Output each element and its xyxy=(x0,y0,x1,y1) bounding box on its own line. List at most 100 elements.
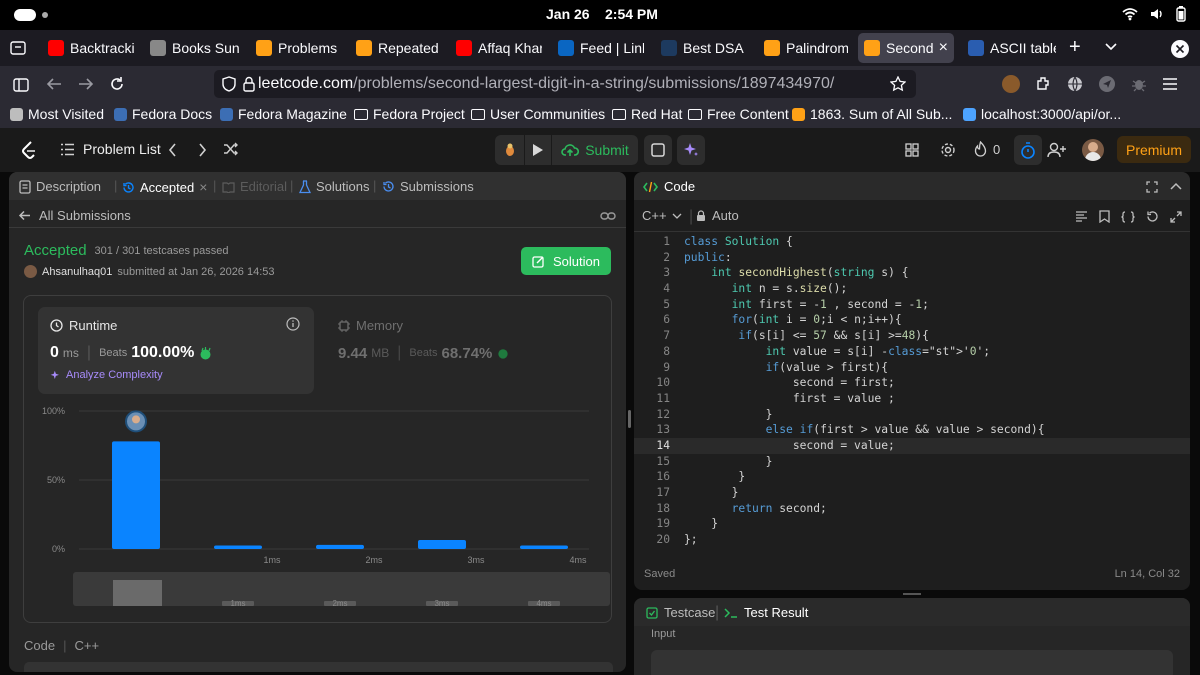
run-button[interactable] xyxy=(525,135,551,165)
tab-editorial[interactable]: Editorial xyxy=(222,179,287,194)
browser-tab[interactable]: ASCII table xyxy=(962,33,1062,63)
ai-button[interactable] xyxy=(677,135,705,165)
code-area[interactable]: 1 class Solution { 2 public: 3 int secondH… xyxy=(634,234,1190,548)
settings-gear-icon[interactable] xyxy=(940,142,956,158)
debug-button[interactable] xyxy=(495,135,524,165)
new-tab-icon[interactable]: + xyxy=(1069,36,1081,59)
add-user-icon[interactable] xyxy=(1047,142,1067,158)
code-line[interactable]: } xyxy=(684,516,718,532)
bookmark-item[interactable]: Fedora Docs xyxy=(114,106,212,122)
avatar[interactable] xyxy=(24,265,37,278)
code-line[interactable]: int first = -1 , second = -1; xyxy=(684,297,929,313)
tab-testcase[interactable]: Testcase xyxy=(646,605,715,620)
lock-icon[interactable] xyxy=(243,76,255,92)
bug-icon[interactable] xyxy=(1130,75,1148,93)
chart-bar[interactable] xyxy=(316,544,364,549)
tab-test-result[interactable]: Test Result xyxy=(724,605,808,620)
menu-icon[interactable] xyxy=(1162,77,1178,91)
code-line[interactable]: for(int i = 0;i < n;i++){ xyxy=(684,312,902,328)
layout-icon[interactable] xyxy=(905,143,919,157)
browser-tab[interactable]: Feed | Link xyxy=(552,33,650,63)
code-line[interactable]: } xyxy=(684,454,773,470)
maximize-icon[interactable] xyxy=(1146,181,1158,193)
bookmark-icon[interactable] xyxy=(1099,210,1110,223)
chart-bar[interactable] xyxy=(418,540,466,549)
leetcode-logo-icon[interactable] xyxy=(20,140,38,160)
extension-avatar-icon[interactable] xyxy=(1002,75,1020,93)
bookmark-item[interactable]: Fedora Magazine xyxy=(220,106,347,122)
all-submissions-link[interactable]: All Submissions xyxy=(18,208,131,223)
tab-submissions[interactable]: Submissions xyxy=(382,179,474,194)
premium-button[interactable]: Premium xyxy=(1117,136,1191,163)
chart-bar[interactable] xyxy=(520,545,568,549)
notes-button[interactable] xyxy=(644,135,672,165)
share-link-icon[interactable] xyxy=(600,210,616,222)
memory-card[interactable]: Memory 9.44 MB | Beats 68.74% xyxy=(338,307,598,394)
browser-tab[interactable]: Repeated xyxy=(350,33,446,63)
next-problem-icon[interactable] xyxy=(198,143,207,157)
bookmark-item[interactable]: Fedora Project xyxy=(354,106,465,122)
bookmark-item[interactable]: 1863. Sum of All Sub... xyxy=(792,106,952,122)
browser-tab[interactable]: Affaq Khar xyxy=(450,33,548,63)
browser-tab[interactable]: Books Sun xyxy=(144,33,246,63)
sidebar-icon[interactable] xyxy=(13,78,29,92)
collapse-icon[interactable] xyxy=(1170,182,1182,190)
bookmark-item[interactable]: localhost:3000/api/or... xyxy=(963,106,1121,122)
window-close-icon[interactable] xyxy=(1171,40,1189,58)
timer-button[interactable] xyxy=(1014,135,1042,165)
send-icon[interactable] xyxy=(1098,75,1116,93)
braces-icon[interactable] xyxy=(1121,210,1135,223)
reload-icon[interactable] xyxy=(109,76,125,92)
code-line[interactable]: if(s[i] <= 57 && s[i] >=48){ xyxy=(684,328,928,344)
code-line[interactable]: }; xyxy=(684,532,698,548)
browser-tab[interactable]: Backtracki xyxy=(42,33,142,63)
input-box[interactable] xyxy=(651,650,1173,675)
runtime-card[interactable]: Runtime 0 ms | Beats 100.00% Analyze Com… xyxy=(38,307,314,394)
tab-accepted[interactable]: Accepted × xyxy=(122,179,207,195)
code-line[interactable]: second = first; xyxy=(684,375,895,391)
browser-tab[interactable]: Second × xyxy=(858,33,954,63)
browser-tab[interactable]: Palindrome xyxy=(758,33,854,63)
browser-tab[interactable]: Best DSA xyxy=(655,33,753,63)
globe-icon[interactable] xyxy=(1066,75,1084,93)
code-line[interactable]: else if(first > value && value > second)… xyxy=(684,422,1045,438)
shuffle-icon[interactable] xyxy=(223,142,239,156)
code-line[interactable]: public: xyxy=(684,250,732,266)
problem-list-button[interactable]: Problem List xyxy=(60,141,161,157)
code-line[interactable]: } xyxy=(684,485,739,501)
language-selector[interactable]: C++ xyxy=(642,208,682,223)
code-line[interactable]: return second; xyxy=(684,501,827,517)
code-line[interactable]: int n = s.size(); xyxy=(684,281,848,297)
tab-description[interactable]: Description xyxy=(19,179,101,194)
list-all-tabs-icon[interactable] xyxy=(1105,43,1117,51)
chart-bar[interactable] xyxy=(112,441,160,549)
auto-mode-toggle[interactable]: Auto xyxy=(696,208,739,223)
expand-icon[interactable] xyxy=(1170,210,1182,223)
os-date[interactable]: Jan 26 xyxy=(546,6,590,22)
reset-icon[interactable] xyxy=(1146,210,1159,223)
url-bar[interactable]: leetcode.com/problems/second-largest-dig… xyxy=(214,70,916,98)
tab-solutions[interactable]: Solutions xyxy=(299,179,369,194)
runtime-distribution-chart[interactable]: 100% 50% 0% 1ms 2ms 3ms 4ms 1ms 2ms 3ms 4ms xyxy=(24,396,611,618)
extensions-icon[interactable] xyxy=(1034,75,1052,93)
code-line[interactable]: if(value > first){ xyxy=(684,360,888,376)
forward-icon[interactable] xyxy=(78,77,94,91)
activities-icon[interactable] xyxy=(14,9,36,21)
editor-resize-handle[interactable] xyxy=(903,593,921,595)
chart-bar[interactable] xyxy=(214,545,262,549)
code-line[interactable]: int value = s[i] -class="st">'0'; xyxy=(684,344,990,360)
tab-overview-icon[interactable] xyxy=(10,41,26,55)
code-line[interactable]: } xyxy=(684,407,773,423)
system-tray[interactable] xyxy=(1122,6,1186,22)
bookmark-item[interactable]: Free Content xyxy=(688,106,789,122)
code-line[interactable]: class Solution { xyxy=(684,234,793,250)
analyze-complexity-link[interactable]: Analyze Complexity xyxy=(50,369,163,381)
info-icon[interactable] xyxy=(286,317,300,331)
bookmark-item[interactable]: User Communities xyxy=(471,106,605,122)
code-line[interactable]: first = value ; xyxy=(684,391,895,407)
submit-button[interactable]: Submit xyxy=(552,135,638,165)
code-line-current[interactable]: second = value; xyxy=(684,438,895,454)
user-avatar[interactable] xyxy=(1082,139,1104,161)
format-icon[interactable] xyxy=(1075,211,1088,222)
os-time[interactable]: 2:54 PM xyxy=(605,6,658,22)
